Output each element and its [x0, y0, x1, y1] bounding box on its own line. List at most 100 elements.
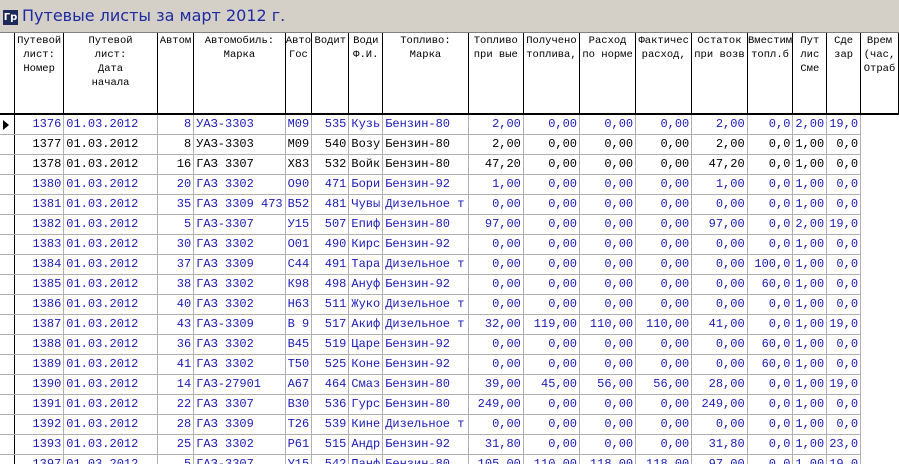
table-cell[interactable]: 35	[157, 195, 193, 215]
table-cell[interactable]: 0,0	[747, 435, 793, 455]
table-cell[interactable]: Т50	[285, 355, 312, 375]
table-cell[interactable]: 56,00	[636, 375, 692, 395]
table-cell[interactable]: 20	[157, 175, 193, 195]
table-cell[interactable]: Кине	[349, 415, 383, 435]
table-cell[interactable]: 0,0	[827, 415, 861, 435]
table-cell[interactable]: Бензин-80	[383, 135, 468, 155]
table-row[interactable]: 139101.03.201222ГАЗ 3307В30536ГурсБензин…	[0, 395, 899, 415]
table-cell[interactable]: Бензин-80	[383, 395, 468, 415]
table-cell[interactable]: В45	[285, 335, 312, 355]
table-cell[interactable]: Т26	[285, 415, 312, 435]
table-cell[interactable]: 60,0	[747, 355, 793, 375]
table-cell[interactable]: 1,00	[793, 435, 827, 455]
table-cell[interactable]: ГАЗ 3302	[194, 295, 285, 315]
table-cell[interactable]: 0,00	[523, 175, 579, 195]
table-cell[interactable]: 0,00	[580, 335, 636, 355]
waybill-grid[interactable]: Путевой лист: НомерПутевой лист: Дата на…	[0, 32, 899, 464]
table-cell[interactable]: ГАЗ 3302	[194, 335, 285, 355]
table-cell[interactable]: 01.03.2012	[64, 415, 157, 435]
column-header-14[interactable]: Пут лис Сме	[793, 33, 827, 114]
table-cell[interactable]: 1,00	[793, 155, 827, 175]
row-indicator[interactable]	[0, 375, 14, 395]
table-row[interactable]: 138201.03.20125ГАЗ-3307У15507ЕпифБензин-…	[0, 215, 899, 235]
table-cell[interactable]: 119,00	[523, 315, 579, 335]
table-cell[interactable]: Кирс	[349, 235, 383, 255]
table-cell[interactable]: 2,00	[793, 114, 827, 135]
table-cell[interactable]: 45,00	[523, 375, 579, 395]
table-cell[interactable]: 0,00	[636, 215, 692, 235]
row-indicator[interactable]	[0, 355, 14, 375]
column-header-8[interactable]: Топливо при вые	[468, 33, 523, 114]
table-cell[interactable]: 1,00	[793, 395, 827, 415]
table-cell[interactable]: 1,00	[793, 375, 827, 395]
table-row[interactable]: 138601.03.201240ГАЗ 3302Н63511ЖукоДизель…	[0, 295, 899, 315]
table-cell[interactable]: 01.03.2012	[64, 114, 157, 135]
table-cell[interactable]: 519	[312, 335, 349, 355]
table-cell[interactable]: Возу	[349, 135, 383, 155]
table-cell[interactable]: 0,0	[747, 135, 793, 155]
table-cell[interactable]: 1389	[14, 355, 63, 375]
table-cell[interactable]: 01.03.2012	[64, 235, 157, 255]
row-indicator[interactable]	[0, 175, 14, 195]
table-cell[interactable]: 41,00	[692, 315, 747, 335]
table-row[interactable]: 137801.03.201216ГАЗ 3307Х83532ВойкБензин…	[0, 155, 899, 175]
table-cell[interactable]: 01.03.2012	[64, 255, 157, 275]
row-indicator[interactable]	[0, 315, 14, 335]
table-cell[interactable]: 0,00	[580, 195, 636, 215]
table-cell[interactable]: 01.03.2012	[64, 275, 157, 295]
table-cell[interactable]: 0,00	[636, 355, 692, 375]
column-header-0[interactable]: Путевой лист: Номер	[14, 33, 63, 114]
column-header-6[interactable]: Води Ф.И.	[349, 33, 383, 114]
table-cell[interactable]: 249,00	[468, 395, 523, 415]
table-cell[interactable]: Коне	[349, 355, 383, 375]
row-indicator[interactable]	[0, 435, 14, 455]
table-cell[interactable]: 0,00	[580, 235, 636, 255]
table-cell[interactable]: 1385	[14, 275, 63, 295]
table-cell[interactable]: 43	[157, 315, 193, 335]
table-cell[interactable]: 01.03.2012	[64, 315, 157, 335]
table-row[interactable]: 138501.03.201238ГАЗ 3302К98498АнуфБензин…	[0, 275, 899, 295]
table-cell[interactable]: ГАЗ 3309 473	[194, 195, 285, 215]
table-cell[interactable]: 0,00	[580, 155, 636, 175]
table-cell[interactable]: 1,00	[793, 295, 827, 315]
row-indicator[interactable]	[0, 415, 14, 435]
table-cell[interactable]: 01.03.2012	[64, 195, 157, 215]
table-cell[interactable]: 41	[157, 355, 193, 375]
table-row[interactable]: 137701.03.20128УАЗ-3303М09540ВозуБензин-…	[0, 135, 899, 155]
table-cell[interactable]: 0,00	[523, 435, 579, 455]
table-cell[interactable]: 0,00	[580, 295, 636, 315]
table-row[interactable]: 139301.03.201225ГАЗ 3302Р61515АндрБензин…	[0, 435, 899, 455]
table-cell[interactable]: 1391	[14, 395, 63, 415]
table-cell[interactable]: 1,00	[793, 335, 827, 355]
table-cell[interactable]: Гурс	[349, 395, 383, 415]
table-cell[interactable]: 0,00	[636, 155, 692, 175]
table-cell[interactable]: 0,00	[523, 215, 579, 235]
table-cell[interactable]: 0,00	[523, 395, 579, 415]
table-cell[interactable]: ГАЗ 3307	[194, 155, 285, 175]
table-cell[interactable]: 0,00	[580, 215, 636, 235]
table-cell[interactable]: 0,00	[580, 415, 636, 435]
table-cell[interactable]: 1381	[14, 195, 63, 215]
table-cell[interactable]: Бензин-80	[383, 114, 468, 135]
table-cell[interactable]: 0,00	[468, 275, 523, 295]
table-cell[interactable]: 39,00	[468, 375, 523, 395]
table-cell[interactable]: 97,00	[468, 215, 523, 235]
table-cell[interactable]: 464	[312, 375, 349, 395]
row-indicator[interactable]	[0, 215, 14, 235]
table-cell[interactable]: Дизельное т	[383, 195, 468, 215]
table-cell[interactable]: 0,00	[523, 295, 579, 315]
table-cell[interactable]: 0,00	[636, 415, 692, 435]
table-cell[interactable]: ГАЗ 3302	[194, 355, 285, 375]
table-cell[interactable]: ГАЗ-3307	[194, 215, 285, 235]
table-cell[interactable]: УАЗ-3303	[194, 114, 285, 135]
table-cell[interactable]: 1382	[14, 215, 63, 235]
table-cell[interactable]: 1,00	[793, 175, 827, 195]
table-cell[interactable]: 0,00	[692, 195, 747, 215]
table-cell[interactable]: 28,00	[692, 375, 747, 395]
table-cell[interactable]: 1,00	[793, 315, 827, 335]
row-indicator[interactable]	[0, 135, 14, 155]
table-row[interactable]: 138801.03.201236ГАЗ 3302В45519ЦареБензин…	[0, 335, 899, 355]
table-cell[interactable]: В 9	[285, 315, 312, 335]
table-cell[interactable]: 539	[312, 415, 349, 435]
table-cell[interactable]: 511	[312, 295, 349, 315]
